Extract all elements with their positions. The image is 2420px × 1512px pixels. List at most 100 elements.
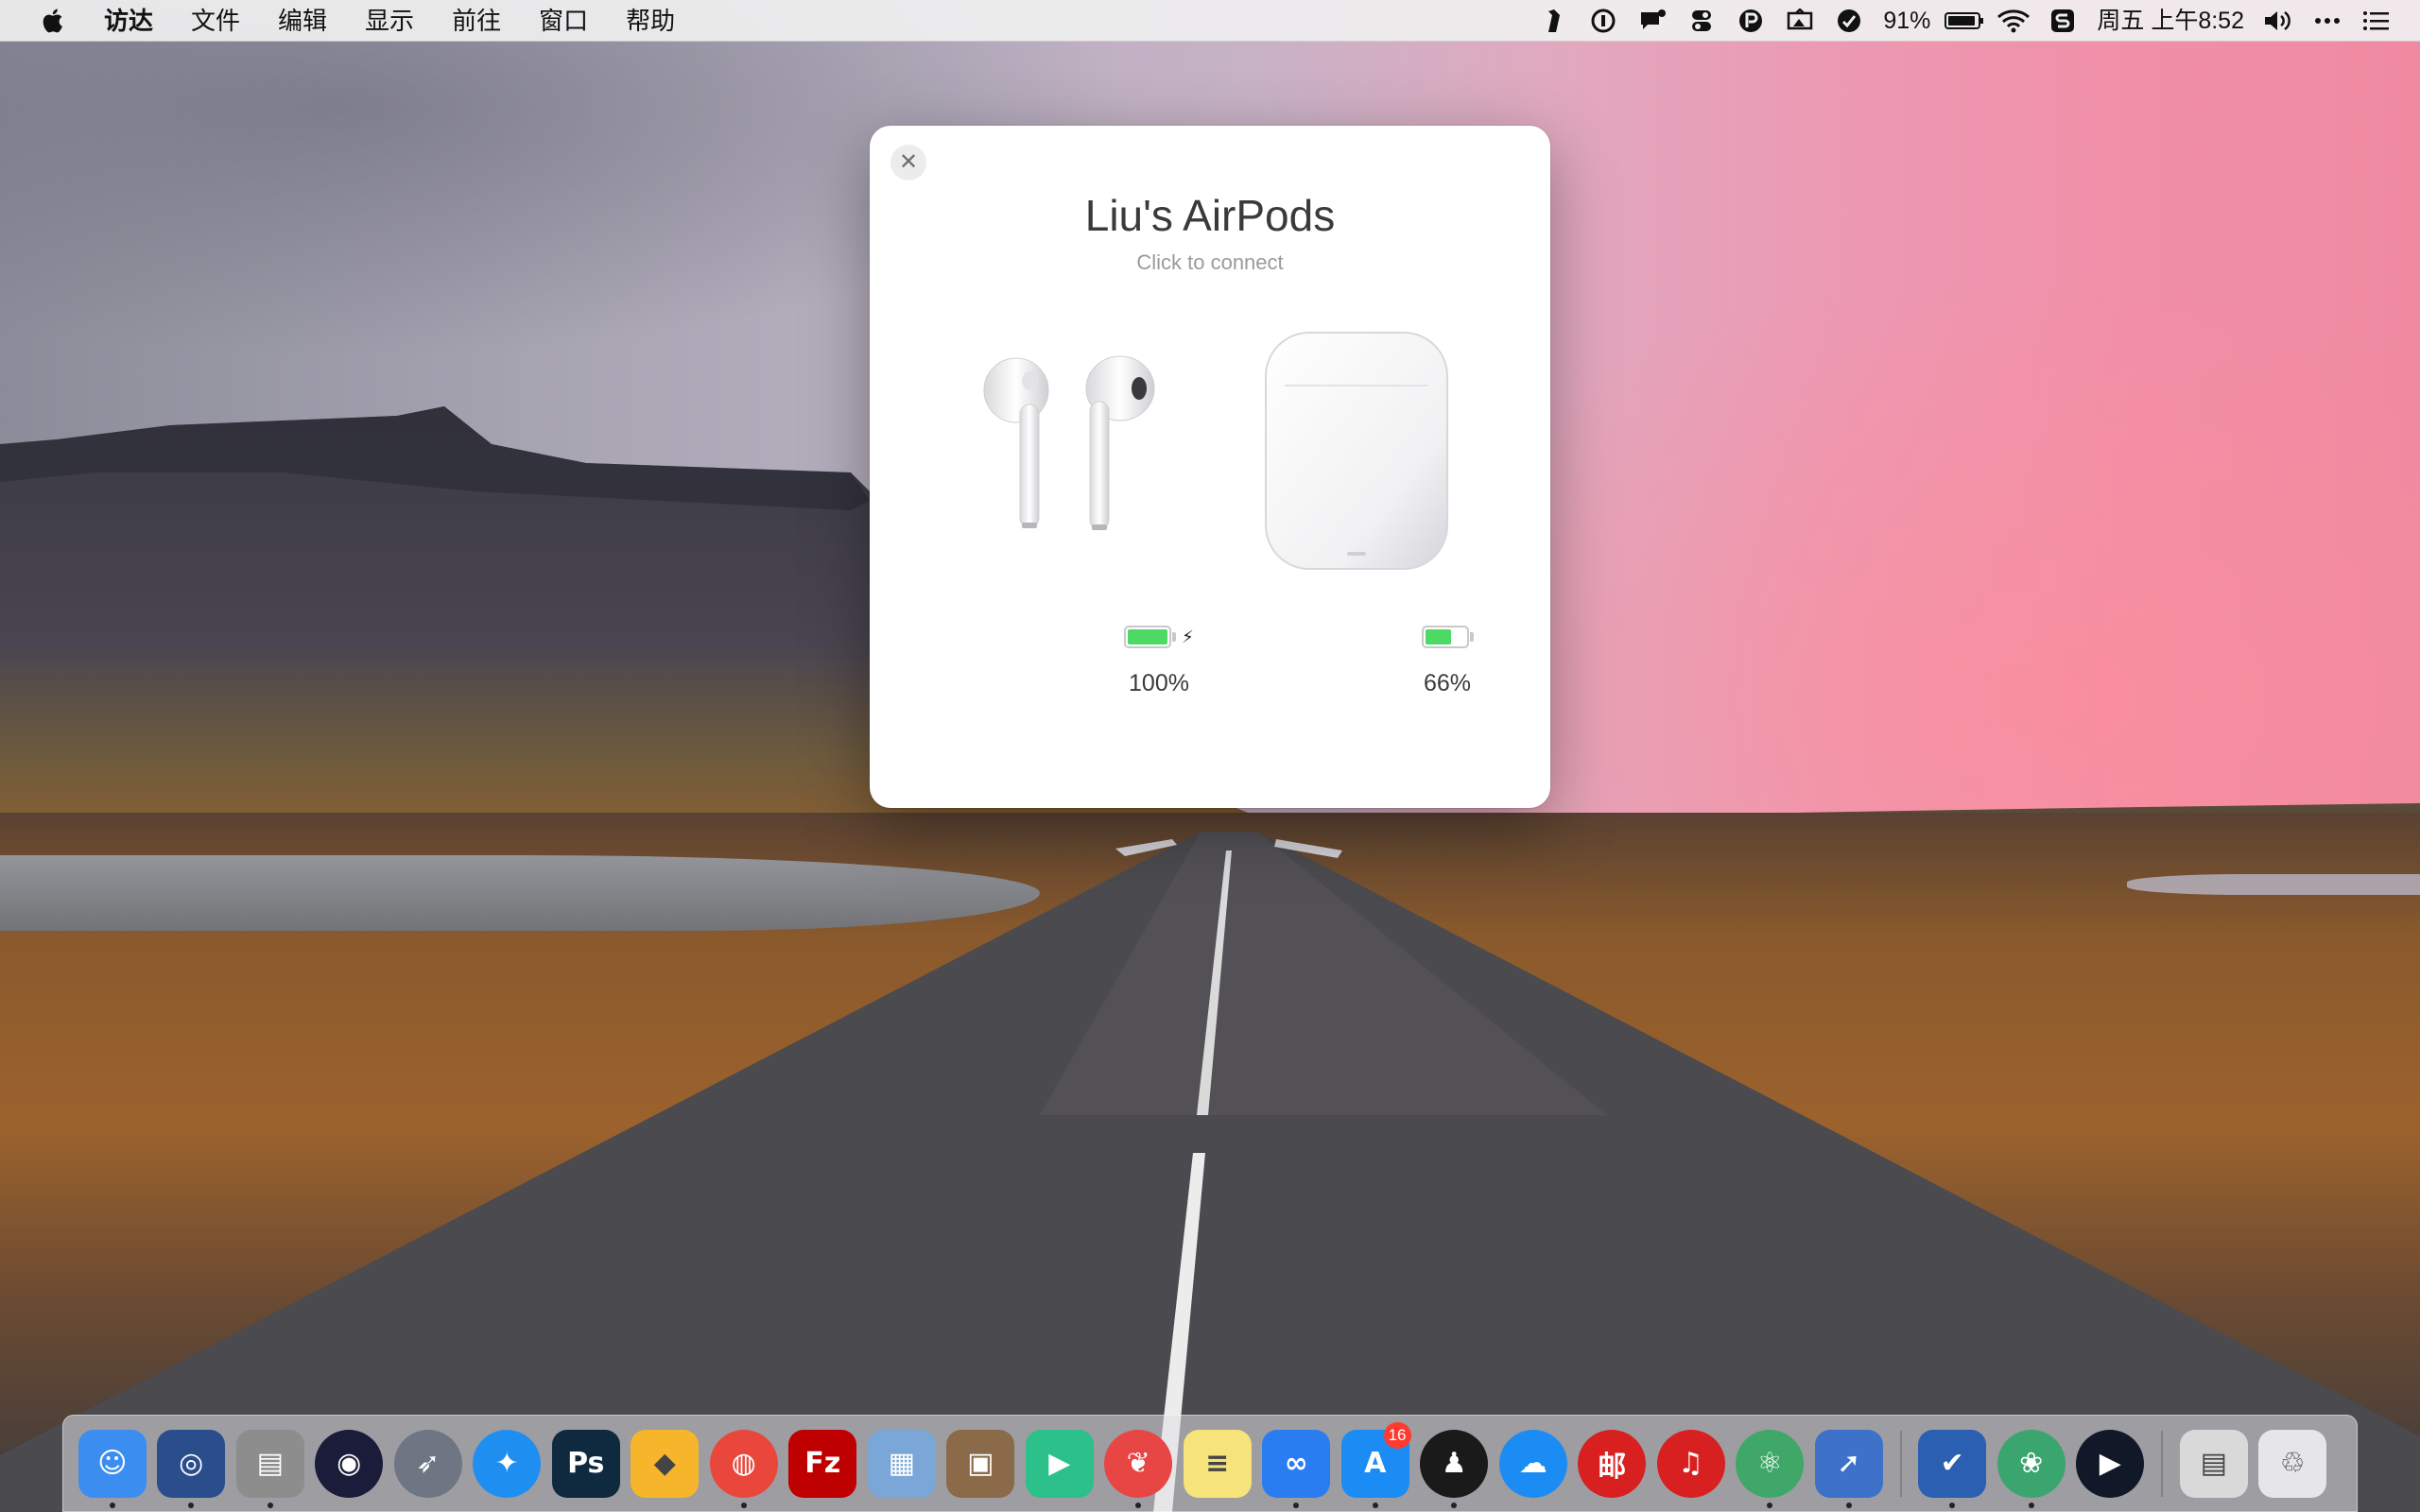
baidu-netdisk-icon: ∞ (1262, 1429, 1331, 1498)
battery-nub (1469, 632, 1474, 642)
menu-edit[interactable]: 编辑 (259, 0, 346, 42)
battery-fill (1425, 629, 1452, 644)
app-icon[interactable] (1824, 0, 1874, 42)
connect-prompt[interactable]: Click to connect (870, 250, 1550, 275)
dock-item-scanner[interactable]: ▤ (231, 1415, 310, 1512)
photoshop-icon: Ps (551, 1429, 620, 1498)
running-indicator (1845, 1503, 1852, 1508)
wallpaper-road (0, 832, 2420, 1512)
menu-go[interactable]: 前往 (433, 0, 520, 42)
dock-separator (2161, 1430, 2163, 1497)
wifi-icon[interactable] (1989, 0, 2038, 42)
dock-item-rocket-typist[interactable]: ➚ (1809, 1415, 1889, 1512)
atom-icon: ⚛ (1736, 1429, 1805, 1498)
safari-icon: ✦ (473, 1429, 542, 1498)
keka-icon: ▣ (946, 1429, 1015, 1498)
earbuds-battery: ⚡ 100% (1064, 625, 1253, 697)
battery-body (1124, 626, 1172, 648)
dock-item-safari[interactable]: ✦ (468, 1415, 547, 1512)
omnifocus-icon: ✔ (1918, 1429, 1987, 1498)
dock-item-atom[interactable]: ⚛ (1731, 1415, 1810, 1512)
dock-item-downloads-stack[interactable]: ▤ (2174, 1415, 2254, 1512)
more-icon[interactable] (2303, 0, 2352, 42)
dock-item-chrome[interactable]: ◍ (704, 1415, 784, 1512)
dock-item-sketch[interactable]: ◆ (626, 1415, 705, 1512)
paste-icon[interactable] (1726, 0, 1775, 42)
menu-view[interactable]: 显示 (346, 0, 433, 42)
dock-item-omnifocus[interactable]: ✔ (1913, 1415, 1993, 1512)
dock-item-photoshop[interactable]: Ps (546, 1415, 626, 1512)
notes-icon: ≡ (1183, 1429, 1252, 1498)
dock-item-icloud[interactable]: ☁ (1494, 1415, 1573, 1512)
dock-separator (1899, 1430, 1902, 1497)
launchpad-icon: ➶ (393, 1429, 462, 1498)
dock-item-infuse[interactable]: ▶ (1020, 1415, 1099, 1512)
case-battery-label: 66% (1423, 670, 1472, 696)
sogou-input-icon[interactable] (2038, 0, 2087, 42)
dock-item-trash[interactable]: ♲ (2254, 1415, 2333, 1512)
menu-help[interactable]: 帮助 (607, 0, 694, 42)
popup-title: Liu's AirPods (1084, 191, 1336, 240)
dock-item-iina[interactable]: ▶ (2071, 1415, 2151, 1512)
list-icon[interactable] (2352, 0, 2401, 42)
dock: ☺ ◎ ▤ ◉ ➶ ✦ Ps ◆ ◍ Fz ▦ ▣ ▶ ❦ ≡ ∞ A 16 ♟ ☁ 邮 ♫ ⚛ ➚ ✔ ❀ ▶ ▤ ♲ (62, 1415, 2358, 1512)
running-indicator (1451, 1503, 1458, 1508)
running-indicator (1372, 1503, 1378, 1508)
airpods-popup[interactable]: ✕ Liu's AirPods Click to connect ⚡ 100% … (870, 126, 1550, 808)
dock-item-netease-music[interactable]: ♫ (1651, 1415, 1731, 1512)
bear-icon: ❦ (1104, 1429, 1173, 1498)
dock-item-qq[interactable]: ♟ (1415, 1415, 1495, 1512)
running-indicator (188, 1503, 195, 1508)
dock-item-network-radar[interactable]: ◎ (152, 1415, 232, 1512)
toggle-icon[interactable] (1677, 0, 1726, 42)
apple-logo-icon[interactable] (0, 0, 104, 42)
dock-item-keka[interactable]: ▣ (942, 1415, 1021, 1512)
qq-icon: ♟ (1420, 1429, 1489, 1498)
running-indicator (1135, 1503, 1142, 1508)
dock-item-mail-master[interactable]: 邮 (1573, 1415, 1652, 1512)
menu-bar: 访达 文件 编辑 显示 前往 窗口 帮助 91% 周五 上午8:52 (0, 0, 2420, 42)
filezilla-icon: Fz (788, 1429, 857, 1498)
dock-item-bear[interactable]: ❦ (1099, 1415, 1179, 1512)
menu-left: 访达 文件 编辑 显示 前往 窗口 帮助 (0, 0, 694, 42)
dock-item-app-store[interactable]: A 16 (1336, 1415, 1415, 1512)
battery-body (1421, 626, 1469, 648)
dock-item-notes[interactable]: ≡ (1178, 1415, 1257, 1512)
rocket-typist-icon: ➚ (1814, 1429, 1883, 1498)
airplay-icon[interactable] (1775, 0, 1824, 42)
preview-icon: ▦ (867, 1429, 936, 1498)
infuse-icon: ▶ (1025, 1429, 1094, 1498)
menu-window[interactable]: 窗口 (520, 0, 607, 42)
notification-icon[interactable] (1628, 0, 1677, 42)
dock-item-preview[interactable]: ▦ (862, 1415, 942, 1512)
siri-icon: ◉ (315, 1429, 384, 1498)
battery-percent[interactable]: 91% (1874, 0, 1940, 42)
dock-item-launchpad[interactable]: ➶ (389, 1415, 468, 1512)
volume-icon[interactable] (2254, 0, 2303, 42)
running-indicator (109, 1503, 115, 1508)
dock-item-filezilla[interactable]: Fz (784, 1415, 863, 1512)
chrome-icon: ◍ (709, 1429, 778, 1498)
scanner-icon: ▤ (235, 1429, 304, 1498)
menu-app-name[interactable]: 访达 (104, 0, 172, 42)
finder-icon: ☺ (78, 1429, 147, 1498)
1password-icon[interactable] (1579, 0, 1628, 42)
charging-bolt-icon: ⚡ (1182, 627, 1194, 646)
running-indicator (1767, 1503, 1773, 1508)
bartender-icon[interactable] (1530, 0, 1579, 42)
battery-icon[interactable] (1940, 0, 1989, 42)
airpods-earbuds-icon (983, 355, 1155, 530)
dock-item-wechat-mini[interactable]: ❀ (1992, 1415, 2071, 1512)
dock-item-siri[interactable]: ◉ (310, 1415, 389, 1512)
downloads-stack-icon: ▤ (2179, 1429, 2248, 1498)
icloud-icon: ☁ (1498, 1429, 1567, 1498)
menu-clock[interactable]: 周五 上午8:52 (2087, 0, 2254, 42)
menu-file[interactable]: 文件 (172, 0, 259, 42)
dock-item-baidu-netdisk[interactable]: ∞ (1257, 1415, 1337, 1512)
running-indicator (740, 1503, 747, 1508)
dock-item-finder[interactable]: ☺ (73, 1415, 152, 1512)
battery-icon: ⚡ (1124, 625, 1194, 649)
close-button[interactable]: ✕ (890, 145, 926, 180)
case-battery: 66% (1353, 625, 1542, 697)
menu-extras: 91% 周五 上午8:52 (1530, 0, 2401, 42)
